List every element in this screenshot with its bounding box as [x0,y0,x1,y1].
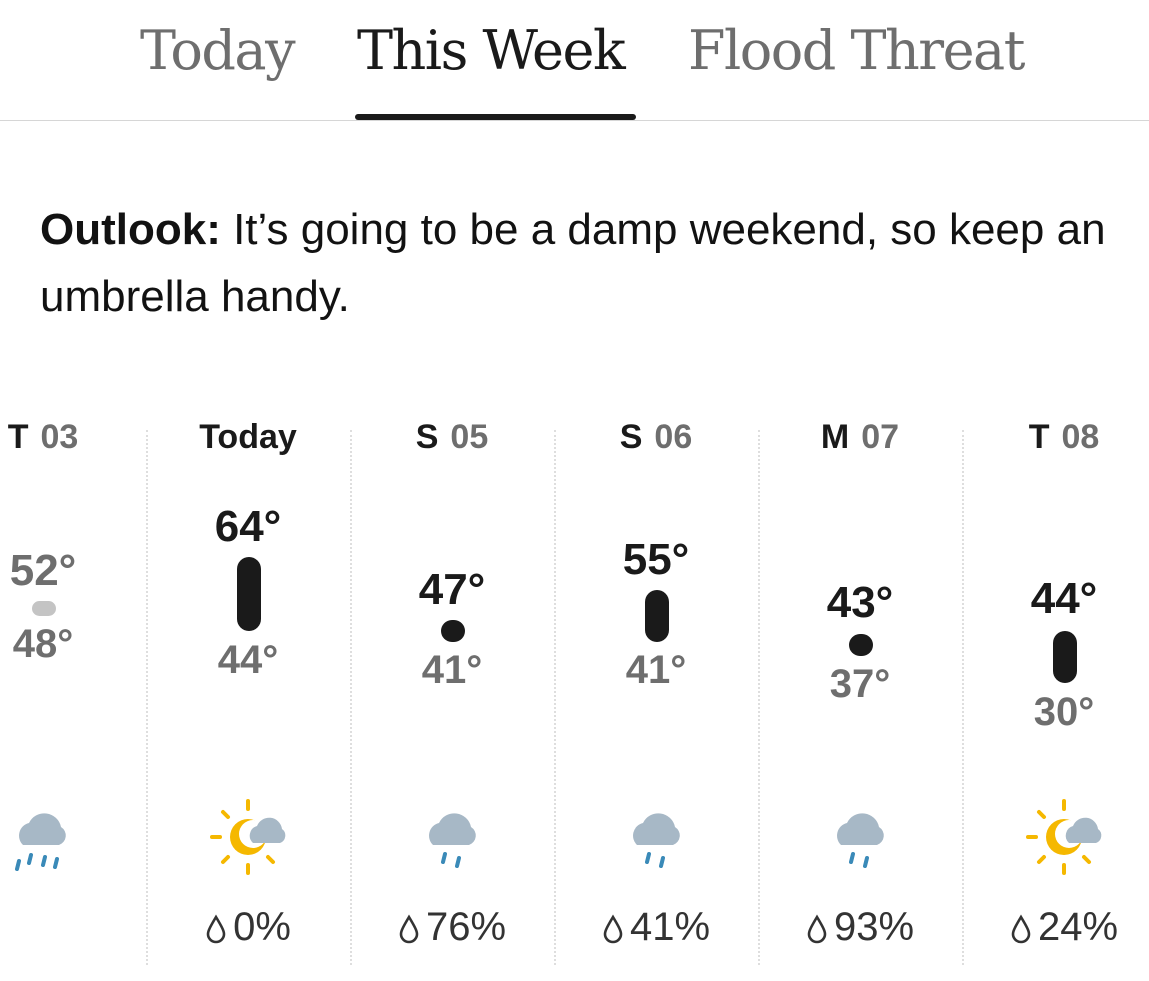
forecast-day-tue: T 08 44° 30° 24% [962,400,1149,970]
low-temp: 44° [217,638,279,682]
tab-this-week[interactable]: This Week [357,16,626,86]
day-label: S 06 [619,418,693,456]
precip-chance: 41% [554,905,758,954]
high-temp: 44° [1030,574,1098,623]
high-temp: 43° [826,578,894,627]
outlook-label: Outlook: [40,205,221,254]
low-temp: 48° [12,622,74,666]
raindrop-icon [602,909,624,954]
high-temp: 52° [9,546,77,595]
temp-range-bar [645,590,669,642]
precip-chance: 93% [758,905,962,954]
day-label: Today [199,418,297,456]
day-label: T 08 [1028,418,1100,456]
forecast-day-sun: S 06 55° 41° 41% [554,400,758,970]
day-label: S 05 [415,418,489,456]
tab-flood-threat[interactable]: Flood Threat [688,16,1025,86]
low-temp: 41° [625,648,687,692]
low-temp: 37° [829,662,891,706]
raindrop-icon [398,909,420,954]
precip-chance: 76% [350,905,554,954]
raindrop-icon [806,909,828,954]
rain-cloud-icon [611,797,701,887]
forecast-day-sat: S 05 47° 41° 76% [350,400,554,970]
raindrop-icon [1010,909,1032,954]
temp-range-bar [32,601,56,616]
tab-bar: Today This Week Flood Threat [0,0,1149,121]
partly-cloudy-sun-icon [1019,797,1109,887]
temp-range-bar [237,557,261,631]
high-temp: 55° [622,535,690,584]
rain-cloud-icon [0,797,87,887]
rain-cloud-icon [815,797,905,887]
forecast-day-mon: M 07 43° 37° 93% [758,400,962,970]
tab-today[interactable]: Today [140,16,296,86]
high-temp: 47° [418,565,486,614]
outlook-text: Outlook: It’s going to be a damp weekend… [40,196,1120,330]
forecast-day-past: T 03 52° 48° [0,400,145,970]
day-label: M 07 [820,418,900,456]
low-temp: 41° [421,648,483,692]
temp-range-bar [1053,631,1077,683]
precip-chance: 0% [146,905,350,954]
active-tab-indicator [355,114,636,120]
low-temp: 30° [1033,690,1095,734]
high-temp: 64° [214,502,282,551]
day-label: T 03 [7,418,79,456]
forecast-day-today: Today 64° 44° 0% [146,400,350,970]
partly-cloudy-sun-icon [203,797,293,887]
raindrop-icon [205,909,227,954]
temp-range-bar [441,620,465,642]
temp-range-bar [849,634,873,656]
precip-chance: 24% [962,905,1149,954]
rain-cloud-icon [407,797,497,887]
